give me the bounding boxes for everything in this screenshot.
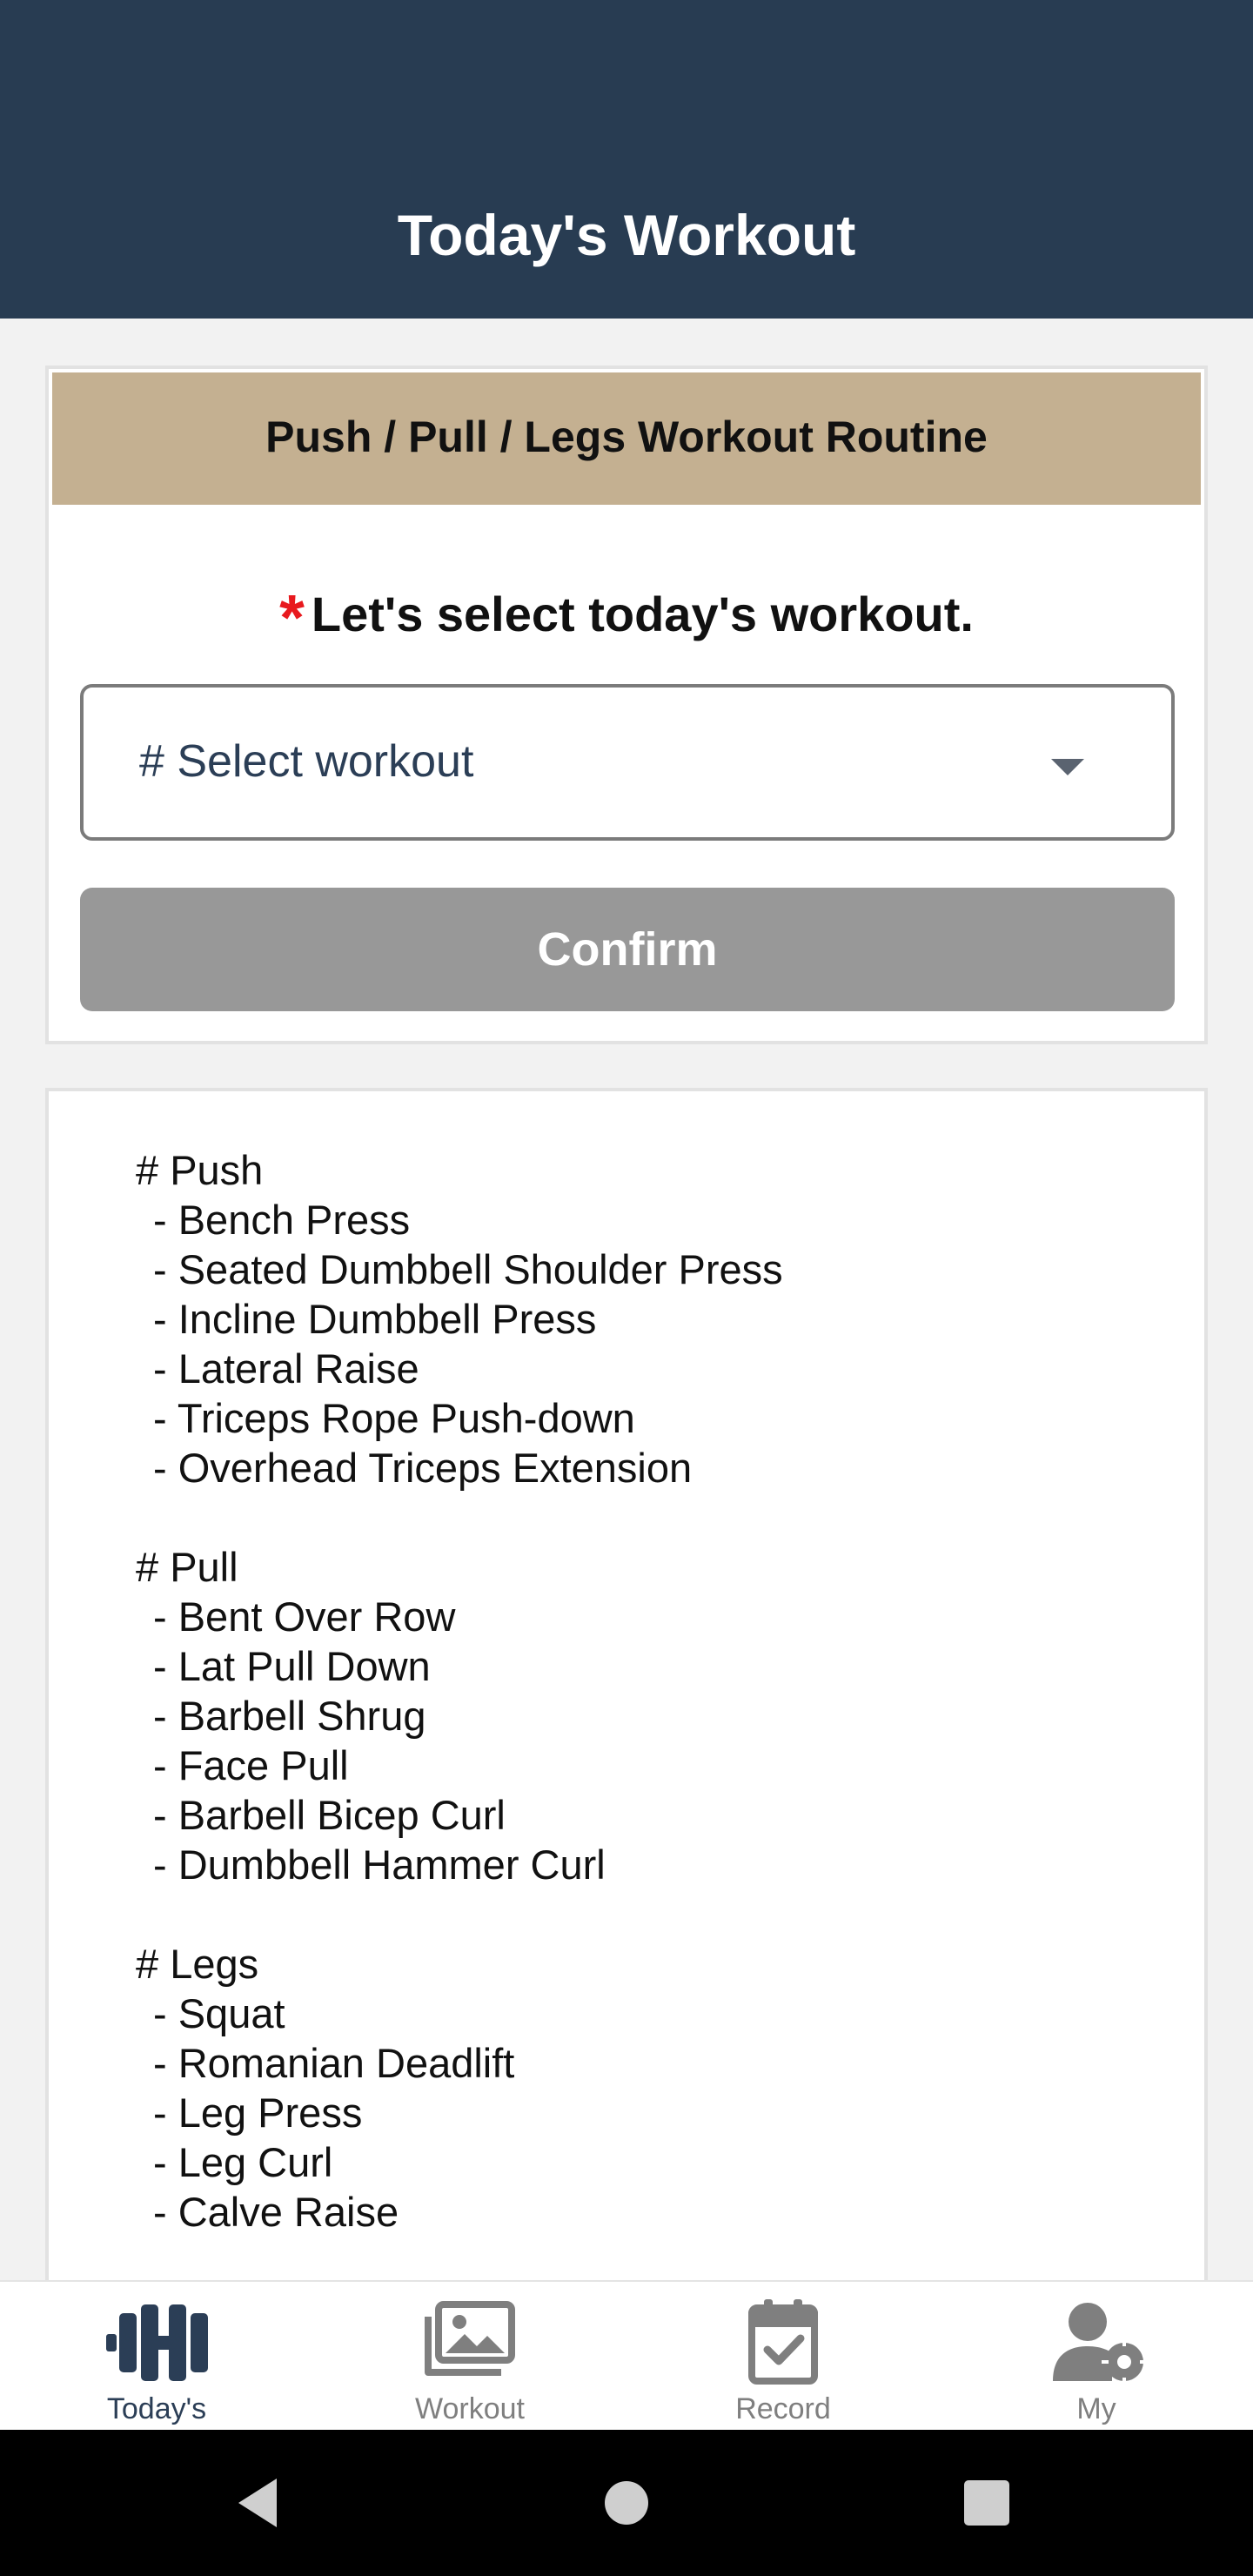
- list-item: - Lat Pull Down: [153, 1643, 431, 1689]
- group-spacer: [136, 1493, 783, 1542]
- select-prompt: * Let's select today's workout.: [49, 583, 1204, 650]
- list-item: - Barbell Bicep Curl: [153, 1792, 506, 1838]
- workout-select-dropdown[interactable]: # Select workout: [80, 684, 1175, 841]
- list-item: - Overhead Triceps Extension: [153, 1445, 693, 1491]
- routine-list-card: # Push - Bench Press - Seated Dumbbell S…: [45, 1088, 1208, 2306]
- group-heading-legs: # Legs: [136, 1941, 259, 1987]
- list-item: - Triceps Rope Push-down: [153, 1395, 635, 1441]
- group-heading-pull: # Pull: [136, 1544, 238, 1590]
- nav-item-todays[interactable]: Today's: [0, 2282, 313, 2432]
- list-item: - Bench Press: [153, 1197, 411, 1243]
- list-item: - Bent Over Row: [153, 1593, 456, 1640]
- group-spacer: [136, 1889, 783, 1939]
- nav-label-todays: Today's: [106, 2392, 207, 2425]
- list-item: - Romanian Deadlift: [153, 2040, 515, 2086]
- home-icon[interactable]: [592, 2468, 661, 2538]
- dropdown-caret-icon: [1051, 759, 1084, 775]
- select-prompt-text: Let's select today's workout.: [311, 587, 974, 641]
- app-header: Today's Workout: [0, 0, 1253, 319]
- list-item: - Squat: [153, 1990, 285, 2036]
- nav-label-my: My: [1076, 2392, 1116, 2425]
- back-icon[interactable]: [226, 2468, 296, 2538]
- list-item: - Dumbbell Hammer Curl: [153, 1841, 606, 1888]
- list-item: - Calve Raise: [153, 2189, 399, 2235]
- nav-item-record[interactable]: Record: [626, 2282, 940, 2432]
- nav-item-workout[interactable]: Workout: [313, 2282, 626, 2432]
- list-item: - Incline Dumbbell Press: [153, 1296, 597, 1342]
- list-item: - Seated Dumbbell Shoulder Press: [153, 1246, 783, 1292]
- list-item: - Face Pull: [153, 1742, 349, 1788]
- workout-select-value: # Select workout: [139, 736, 474, 787]
- photo-gallery-icon: [425, 2301, 515, 2376]
- workout-select-card: Push / Pull / Legs Workout Routine * Let'…: [45, 366, 1208, 1044]
- routine-card-header: Push / Pull / Legs Workout Routine: [52, 372, 1201, 505]
- group-heading-push: # Push: [136, 1147, 264, 1193]
- routine-list: # Push - Bench Press - Seated Dumbbell S…: [136, 1145, 783, 2237]
- list-item: - Leg Curl: [153, 2139, 333, 2185]
- system-navigation-bar: [0, 2430, 1253, 2576]
- calendar-check-icon: [748, 2299, 818, 2385]
- nav-label-record: Record: [735, 2392, 831, 2425]
- routine-title: Push / Pull / Legs Workout Routine: [265, 413, 988, 461]
- nav-label-workout: Workout: [415, 2392, 525, 2425]
- list-item: - Lateral Raise: [153, 1345, 419, 1392]
- page-title: Today's Workout: [397, 203, 856, 267]
- confirm-button[interactable]: Confirm: [80, 888, 1175, 1011]
- dumbbell-icon: [106, 2304, 208, 2381]
- recents-icon[interactable]: [952, 2468, 1022, 2538]
- list-item: - Barbell Shrug: [153, 1693, 426, 1739]
- user-settings-icon: [1053, 2303, 1147, 2385]
- list-item: - Leg Press: [153, 2090, 363, 2136]
- bottom-navigation: Today's Workout Record My: [0, 2280, 1253, 2430]
- required-marker: *: [279, 581, 305, 654]
- nav-item-my[interactable]: My: [940, 2282, 1253, 2432]
